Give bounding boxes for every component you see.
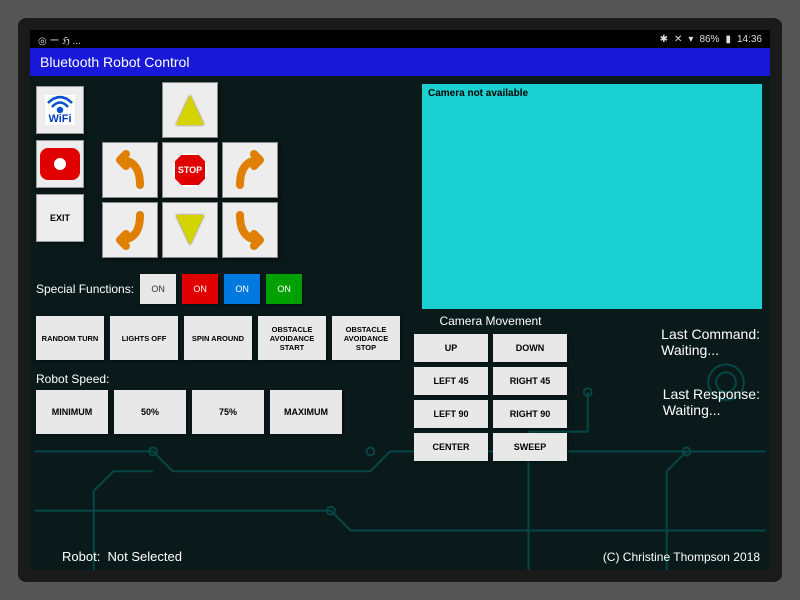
special-functions-label: Special Functions: xyxy=(36,282,134,296)
record-button[interactable] xyxy=(36,140,84,188)
cam-right45-button[interactable]: RIGHT 45 xyxy=(493,367,567,395)
android-statusbar: ◎ ー ℌ ... ✱ ✕ ▾ 86% ▮ 14:36 xyxy=(30,30,770,48)
speed-50-button[interactable]: 50% xyxy=(114,390,186,434)
lights-off-button[interactable]: LIGHTS OFF xyxy=(110,316,178,360)
obstacle-start-button[interactable]: OBSTACLE AVOIDANCE START xyxy=(258,316,326,360)
copyright: (C) Christine Thompson 2018 xyxy=(603,550,760,564)
cam-left45-button[interactable]: LEFT 45 xyxy=(414,367,488,395)
direction-pad: STOP xyxy=(102,82,278,258)
special-toggle-2[interactable]: ON xyxy=(182,274,218,304)
robot-selection: Robot: Not Selected xyxy=(62,549,182,564)
down-button[interactable] xyxy=(162,202,218,258)
battery-icon: ▮ xyxy=(725,34,731,45)
speed-maximum-button[interactable]: MAXIMUM xyxy=(270,390,342,434)
arrow-up-icon xyxy=(176,95,204,125)
turn-left-up-button[interactable] xyxy=(102,142,158,198)
app-title: Bluetooth Robot Control xyxy=(40,54,189,70)
speed-75-button[interactable]: 75% xyxy=(192,390,264,434)
battery-text: 86% xyxy=(699,34,719,45)
mute-icon: ✕ xyxy=(674,34,682,45)
obstacle-stop-button[interactable]: OBSTACLE AVOIDANCE STOP xyxy=(332,316,400,360)
cam-center-button[interactable]: CENTER xyxy=(414,433,488,461)
camera-na-label: Camera not available xyxy=(422,84,762,103)
wifi-icon: WiFi xyxy=(45,95,75,125)
wifi-button[interactable]: WiFi xyxy=(36,86,84,134)
robot-speed-label: Robot Speed: xyxy=(36,372,109,386)
cam-down-button[interactable]: DOWN xyxy=(493,334,567,362)
special-toggle-1[interactable]: ON xyxy=(140,274,176,304)
cam-up-button[interactable]: UP xyxy=(414,334,488,362)
last-command-status: Last Command: Waiting... xyxy=(661,326,760,358)
special-toggle-4[interactable]: ON xyxy=(266,274,302,304)
special-toggle-3[interactable]: ON xyxy=(224,274,260,304)
exit-button[interactable]: EXIT xyxy=(36,194,84,242)
random-turn-button[interactable]: RANDOM TURN xyxy=(36,316,104,360)
cam-right90-button[interactable]: RIGHT 90 xyxy=(493,400,567,428)
cam-sweep-button[interactable]: SWEEP xyxy=(493,433,567,461)
statusbar-left: ◎ ー ℌ ... xyxy=(38,32,81,47)
app-title-bar: Bluetooth Robot Control xyxy=(30,48,770,76)
spin-around-button[interactable]: SPIN AROUND xyxy=(184,316,252,360)
camera-view: Camera not available xyxy=(422,84,762,309)
up-button[interactable] xyxy=(162,82,218,138)
arrow-down-icon xyxy=(176,215,204,245)
camera-movement-label: Camera Movement xyxy=(414,314,567,328)
turn-right-down-button[interactable] xyxy=(222,202,278,258)
camera-record-icon xyxy=(40,148,80,180)
cam-left90-button[interactable]: LEFT 90 xyxy=(414,400,488,428)
turn-left-down-button[interactable] xyxy=(102,202,158,258)
turn-right-up-button[interactable] xyxy=(222,142,278,198)
stop-button[interactable]: STOP xyxy=(162,142,218,198)
last-response-status: Last Response: Waiting... xyxy=(663,386,760,418)
speed-minimum-button[interactable]: MINIMUM xyxy=(36,390,108,434)
clock: 14:36 xyxy=(737,34,762,45)
bluetooth-icon: ✱ xyxy=(660,34,668,45)
signal-icon: ▾ xyxy=(688,34,693,45)
stop-icon: STOP xyxy=(173,153,207,187)
tablet-screen: ◎ ー ℌ ... ✱ ✕ ▾ 86% ▮ 14:36 Bluetooth Ro… xyxy=(18,18,782,582)
